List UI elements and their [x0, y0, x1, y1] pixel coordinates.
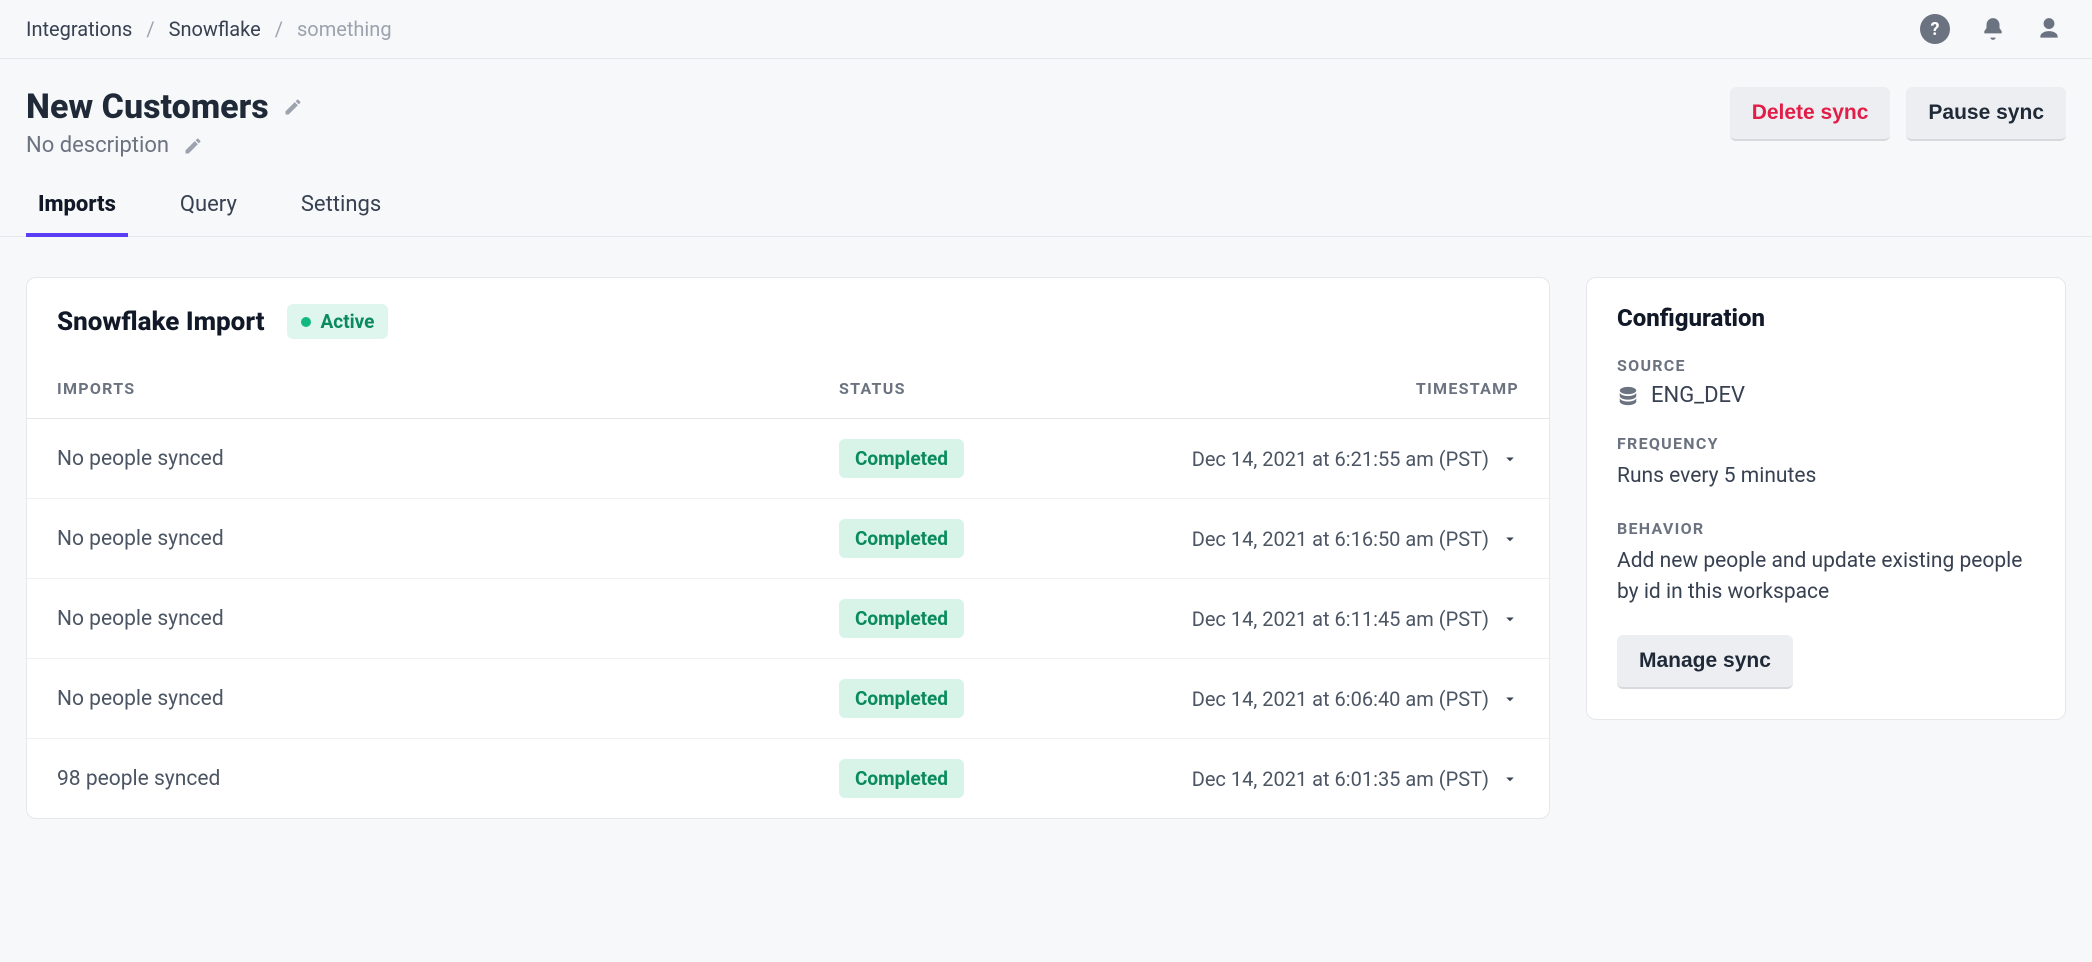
breadcrumb-integrations[interactable]: Integrations — [26, 17, 132, 41]
config-behavior-value: Add new people and update existing peopl… — [1617, 546, 2035, 609]
imports-panel-title: Snowflake Import — [57, 307, 265, 337]
table-row: No people synced Completed Dec 14, 2021 … — [27, 579, 1549, 659]
edit-title-icon[interactable] — [283, 97, 303, 117]
row-imports: 98 people synced — [57, 767, 839, 791]
row-imports: No people synced — [57, 687, 839, 711]
page-description-text: No description — [26, 133, 169, 158]
row-status: Completed — [839, 599, 964, 638]
table-row: No people synced Completed Dec 14, 2021 … — [27, 659, 1549, 739]
row-timestamp-toggle[interactable]: Dec 14, 2021 at 6:01:35 am (PST) — [1059, 767, 1519, 791]
col-status: STATUS — [839, 379, 1059, 398]
status-dot-icon — [301, 317, 311, 327]
page-description: No description — [26, 133, 303, 158]
row-status: Completed — [839, 759, 964, 798]
row-status: Completed — [839, 679, 964, 718]
topbar: Integrations / Snowflake / something ? — [0, 0, 2092, 59]
chevron-down-icon — [1501, 770, 1519, 788]
header-actions: Delete sync Pause sync — [1730, 87, 2066, 141]
chevron-down-icon — [1501, 690, 1519, 708]
row-timestamp-toggle[interactable]: Dec 14, 2021 at 6:11:45 am (PST) — [1059, 607, 1519, 631]
table-row: 98 people synced Completed Dec 14, 2021 … — [27, 739, 1549, 818]
row-timestamp-toggle[interactable]: Dec 14, 2021 at 6:06:40 am (PST) — [1059, 687, 1519, 711]
row-status: Completed — [839, 519, 964, 558]
row-timestamp: Dec 14, 2021 at 6:01:35 am (PST) — [1192, 767, 1489, 791]
help-icon[interactable]: ? — [1920, 14, 1950, 44]
config-frequency-value: Runs every 5 minutes — [1617, 461, 2035, 493]
row-imports: No people synced — [57, 447, 839, 471]
status-badge: Active — [287, 304, 389, 339]
config-source-value: ENG_DEV — [1651, 383, 1745, 408]
tab-query[interactable]: Query — [168, 192, 249, 237]
row-timestamp: Dec 14, 2021 at 6:21:55 am (PST) — [1192, 447, 1489, 471]
chevron-down-icon — [1501, 450, 1519, 468]
edit-description-icon[interactable] — [183, 136, 203, 156]
breadcrumb-current: something — [297, 17, 392, 41]
delete-sync-button[interactable]: Delete sync — [1730, 87, 1891, 141]
col-timestamp: TIMESTAMP — [1059, 379, 1519, 398]
row-timestamp: Dec 14, 2021 at 6:11:45 am (PST) — [1192, 607, 1489, 631]
row-timestamp-toggle[interactable]: Dec 14, 2021 at 6:16:50 am (PST) — [1059, 527, 1519, 551]
page-title-text: New Customers — [26, 87, 269, 127]
table-row: No people synced Completed Dec 14, 2021 … — [27, 419, 1549, 499]
breadcrumb-separator: / — [146, 17, 154, 41]
user-icon[interactable] — [2036, 16, 2062, 42]
table-row: No people synced Completed Dec 14, 2021 … — [27, 499, 1549, 579]
config-behavior-label: BEHAVIOR — [1617, 519, 2035, 538]
chevron-down-icon — [1501, 610, 1519, 628]
config-frequency-label: FREQUENCY — [1617, 434, 2035, 453]
breadcrumb-snowflake[interactable]: Snowflake — [169, 17, 261, 41]
table-header: IMPORTS STATUS TIMESTAMP — [27, 369, 1549, 419]
topbar-icons: ? — [1920, 14, 2066, 44]
pause-sync-button[interactable]: Pause sync — [1906, 87, 2066, 141]
breadcrumb: Integrations / Snowflake / something — [26, 17, 392, 41]
config-title: Configuration — [1617, 304, 2035, 332]
row-imports: No people synced — [57, 607, 839, 631]
database-icon — [1617, 385, 1639, 407]
status-badge-text: Active — [321, 310, 375, 333]
page-header: New Customers No description Delete sync… — [0, 59, 2092, 158]
col-imports: IMPORTS — [57, 379, 839, 398]
config-panel: Configuration SOURCE ENG_DEV FREQUENCY R… — [1586, 277, 2066, 720]
bell-icon[interactable] — [1980, 16, 2006, 42]
page-title: New Customers — [26, 87, 303, 127]
manage-sync-button[interactable]: Manage sync — [1617, 635, 1793, 689]
tab-imports[interactable]: Imports — [26, 192, 128, 237]
row-timestamp: Dec 14, 2021 at 6:06:40 am (PST) — [1192, 687, 1489, 711]
row-timestamp: Dec 14, 2021 at 6:16:50 am (PST) — [1192, 527, 1489, 551]
row-timestamp-toggle[interactable]: Dec 14, 2021 at 6:21:55 am (PST) — [1059, 447, 1519, 471]
content: Snowflake Import Active IMPORTS STATUS T… — [0, 237, 2092, 819]
imports-panel: Snowflake Import Active IMPORTS STATUS T… — [26, 277, 1550, 819]
tab-settings[interactable]: Settings — [289, 192, 393, 237]
row-imports: No people synced — [57, 527, 839, 551]
row-status: Completed — [839, 439, 964, 478]
tabs: Imports Query Settings — [0, 158, 2092, 237]
config-source-label: SOURCE — [1617, 356, 2035, 375]
chevron-down-icon — [1501, 530, 1519, 548]
breadcrumb-separator: / — [275, 17, 283, 41]
